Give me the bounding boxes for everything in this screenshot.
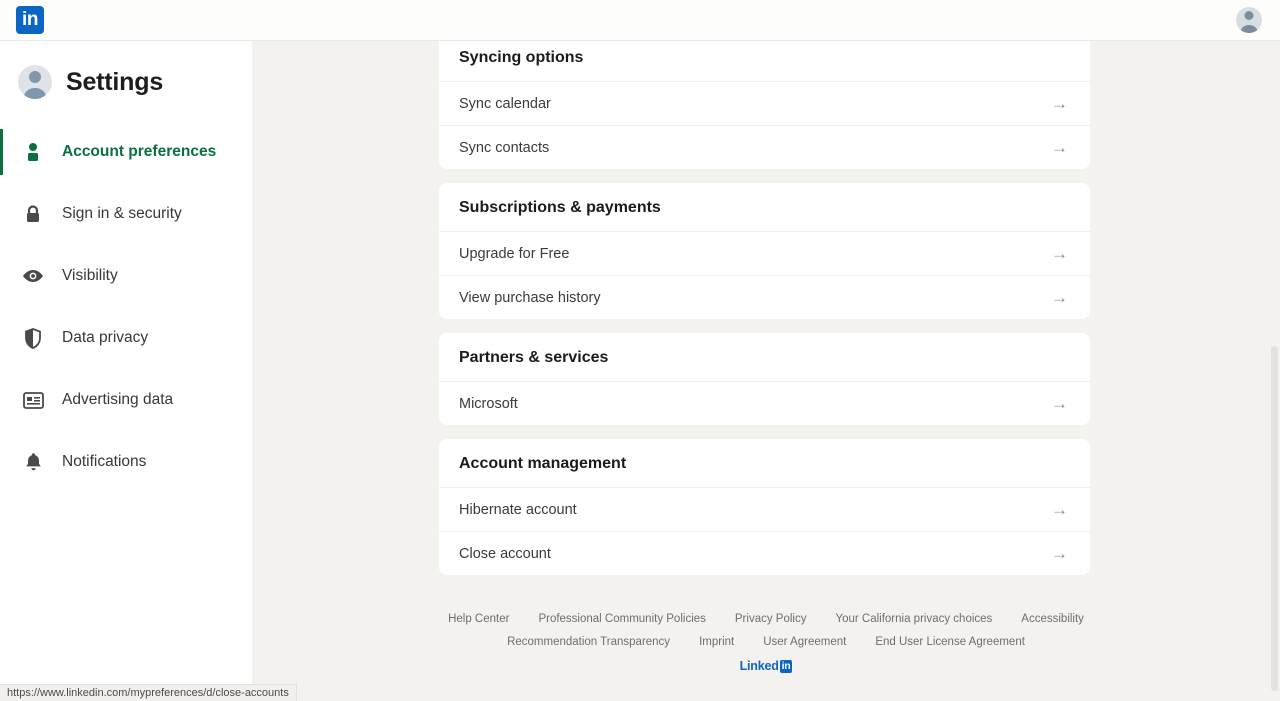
eye-icon bbox=[22, 265, 44, 287]
page-title: Settings bbox=[66, 68, 163, 97]
footer-link-recommendation-transparency[interactable]: Recommendation Transparency bbox=[507, 636, 670, 648]
shield-icon bbox=[22, 327, 44, 349]
sidebar-item-account-preferences[interactable]: Account preferences bbox=[0, 121, 252, 183]
row-label: Sync calendar bbox=[459, 96, 551, 112]
card-syncing-options: Syncing options Sync calendar → Sync con… bbox=[439, 41, 1090, 169]
settings-sidebar: Settings Account preferences Sign in & s… bbox=[0, 41, 252, 701]
sidebar-item-label: Advertising data bbox=[62, 391, 173, 409]
page-footer: Help Center Professional Community Polic… bbox=[252, 613, 1280, 673]
row-sync-contacts[interactable]: Sync contacts → bbox=[439, 125, 1090, 169]
arrow-right-icon: → bbox=[1051, 289, 1068, 306]
card-subscriptions-payments: Subscriptions & payments Upgrade for Fre… bbox=[439, 183, 1090, 319]
row-label: Close account bbox=[459, 546, 551, 562]
row-label: View purchase history bbox=[459, 290, 601, 306]
row-microsoft[interactable]: Microsoft → bbox=[439, 381, 1090, 425]
row-upgrade-for-free[interactable]: Upgrade for Free → bbox=[439, 231, 1090, 275]
sidebar-nav-list: Account preferences Sign in & security V… bbox=[0, 121, 252, 493]
row-label: Sync contacts bbox=[459, 140, 549, 156]
user-avatar-icon[interactable] bbox=[1236, 7, 1262, 33]
arrow-right-icon: → bbox=[1051, 545, 1068, 562]
footer-link-accessibility[interactable]: Accessibility bbox=[1021, 613, 1084, 625]
page-scrollbar[interactable] bbox=[1268, 41, 1280, 701]
footer-links-row-2: Recommendation Transparency Imprint User… bbox=[252, 636, 1280, 648]
card-partners-services: Partners & services Microsoft → bbox=[439, 333, 1090, 425]
ad-card-icon bbox=[22, 389, 44, 411]
settings-header: Settings bbox=[0, 57, 252, 107]
brand-wordmark: Linked bbox=[740, 659, 779, 673]
footer-link-imprint[interactable]: Imprint bbox=[699, 636, 734, 648]
row-label: Microsoft bbox=[459, 396, 518, 412]
footer-link-user-agreement[interactable]: User Agreement bbox=[763, 636, 846, 648]
card-title: Syncing options bbox=[439, 41, 1090, 81]
linkedin-footer-logo-icon: Linked in bbox=[252, 659, 1280, 673]
arrow-right-icon: → bbox=[1051, 139, 1068, 156]
footer-links-row-1: Help Center Professional Community Polic… bbox=[252, 613, 1280, 625]
profile-avatar-icon bbox=[18, 65, 52, 99]
footer-link-end-user-license-agreement[interactable]: End User License Agreement bbox=[875, 636, 1025, 648]
arrow-right-icon: → bbox=[1051, 245, 1068, 262]
card-title: Subscriptions & payments bbox=[439, 183, 1090, 231]
card-title: Account management bbox=[439, 439, 1090, 487]
row-label: Hibernate account bbox=[459, 502, 577, 518]
top-navigation-bar: in bbox=[0, 0, 1280, 41]
status-bar-url: https://www.linkedin.com/mypreferences/d… bbox=[7, 687, 289, 699]
linkedin-logo-icon[interactable]: in bbox=[16, 6, 44, 34]
arrow-right-icon: → bbox=[1051, 95, 1068, 112]
sidebar-item-label: Notifications bbox=[62, 453, 146, 471]
footer-link-california-privacy-choices[interactable]: Your California privacy choices bbox=[835, 613, 992, 625]
sidebar-item-label: Account preferences bbox=[62, 143, 216, 161]
footer-link-professional-community-policies[interactable]: Professional Community Policies bbox=[538, 613, 705, 625]
settings-cards-column: Syncing options Sync calendar → Sync con… bbox=[439, 41, 1090, 589]
scrollbar-thumb[interactable] bbox=[1271, 346, 1278, 691]
footer-link-privacy-policy[interactable]: Privacy Policy bbox=[735, 613, 807, 625]
row-close-account[interactable]: Close account → bbox=[439, 531, 1090, 575]
lock-icon bbox=[22, 203, 44, 225]
browser-status-bar: https://www.linkedin.com/mypreferences/d… bbox=[0, 684, 297, 701]
sidebar-item-label: Sign in & security bbox=[62, 205, 182, 223]
sidebar-item-label: Data privacy bbox=[62, 329, 148, 347]
sidebar-item-label: Visibility bbox=[62, 267, 118, 285]
sidebar-item-visibility[interactable]: Visibility bbox=[0, 245, 252, 307]
sidebar-item-data-privacy[interactable]: Data privacy bbox=[0, 307, 252, 369]
sidebar-item-notifications[interactable]: Notifications bbox=[0, 431, 252, 493]
row-view-purchase-history[interactable]: View purchase history → bbox=[439, 275, 1090, 319]
sidebar-item-sign-in-security[interactable]: Sign in & security bbox=[0, 183, 252, 245]
row-hibernate-account[interactable]: Hibernate account → bbox=[439, 487, 1090, 531]
row-sync-calendar[interactable]: Sync calendar → bbox=[439, 81, 1090, 125]
sidebar-item-advertising-data[interactable]: Advertising data bbox=[0, 369, 252, 431]
person-icon bbox=[22, 141, 44, 163]
brand-in-box: in bbox=[780, 660, 793, 673]
bell-icon bbox=[22, 451, 44, 473]
arrow-right-icon: → bbox=[1051, 501, 1068, 518]
footer-link-help-center[interactable]: Help Center bbox=[448, 613, 509, 625]
card-account-management: Account management Hibernate account → C… bbox=[439, 439, 1090, 575]
card-title: Partners & services bbox=[439, 333, 1090, 381]
row-label: Upgrade for Free bbox=[459, 246, 569, 262]
settings-main-content: Syncing options Sync calendar → Sync con… bbox=[252, 41, 1280, 701]
arrow-right-icon: → bbox=[1051, 395, 1068, 412]
